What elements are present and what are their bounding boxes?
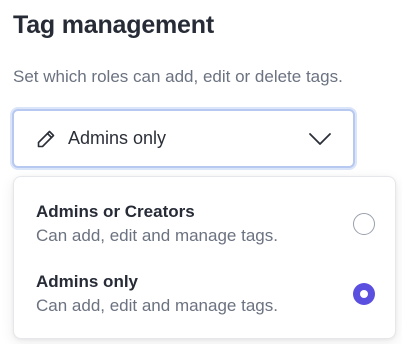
chevron-down-icon[interactable]	[307, 126, 333, 152]
tag-management-panel: Tag management Set which roles can add, …	[0, 0, 402, 344]
page-title: Tag management	[13, 11, 214, 39]
pencil-icon	[34, 127, 58, 151]
radio-dot	[360, 290, 368, 298]
select-value: Admins only	[68, 128, 167, 148]
option-admins-or-creators[interactable]: Admins or Creators Can add, edit and man…	[14, 201, 395, 267]
option-description: Can add, edit and manage tags.	[36, 226, 278, 245]
role-select-dropdown[interactable]: Admins only	[12, 109, 355, 168]
radio-selected[interactable]	[353, 283, 375, 305]
page-description: Set which roles can add, edit or delete …	[13, 67, 343, 86]
radio-unselected[interactable]	[353, 213, 375, 235]
role-options-menu: Admins or Creators Can add, edit and man…	[13, 176, 396, 339]
option-title: Admins only	[36, 272, 139, 291]
option-description: Can add, edit and manage tags.	[36, 296, 278, 315]
option-admins-only[interactable]: Admins only Can add, edit and manage tag…	[14, 271, 395, 337]
option-title: Admins or Creators	[36, 202, 195, 221]
